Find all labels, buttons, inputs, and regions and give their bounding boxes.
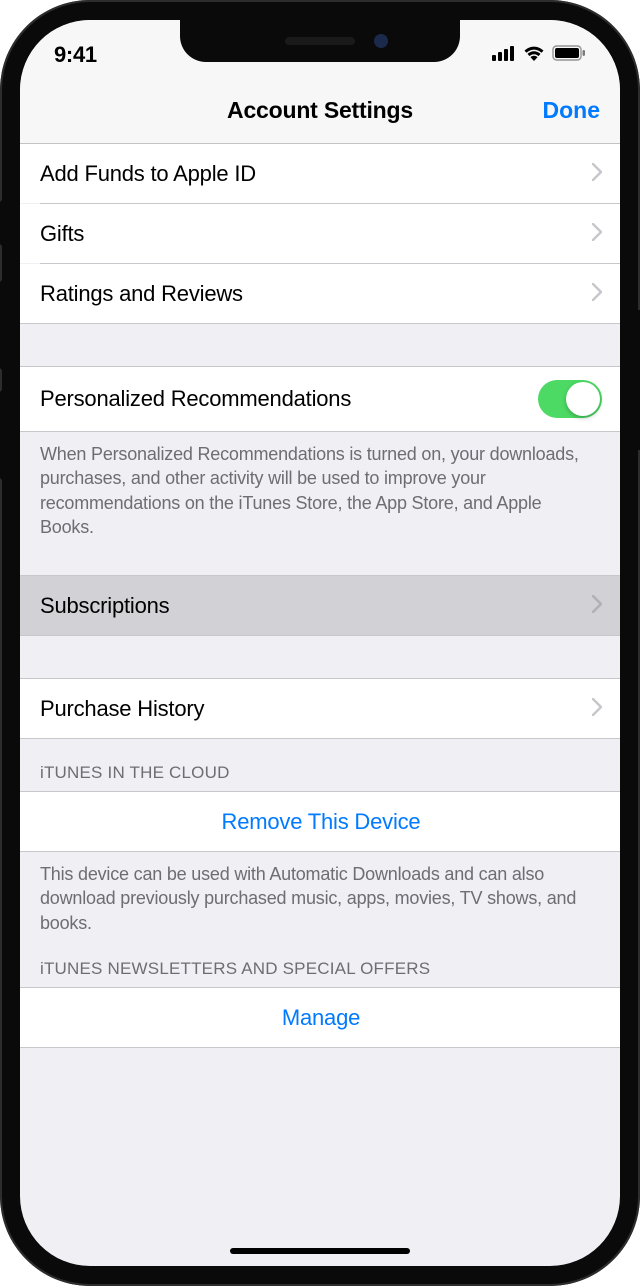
- gifts-label: Gifts: [40, 221, 592, 247]
- status-right: [492, 45, 586, 66]
- gifts-row[interactable]: Gifts: [20, 204, 620, 263]
- subscriptions-label: Subscriptions: [40, 593, 592, 619]
- chevron-right-icon: [592, 221, 602, 247]
- itunes-cloud-footer: This device can be used with Automatic D…: [20, 852, 620, 949]
- chevron-right-icon: [592, 593, 602, 619]
- add-funds-label: Add Funds to Apple ID: [40, 161, 592, 187]
- volume-up-button: [0, 280, 5, 370]
- personalized-recommendations-label: Personalized Recommendations: [40, 386, 538, 412]
- remove-device-label: Remove This Device: [222, 809, 421, 835]
- done-button[interactable]: Done: [543, 97, 601, 124]
- ratings-reviews-label: Ratings and Reviews: [40, 281, 592, 307]
- add-funds-row[interactable]: Add Funds to Apple ID: [20, 144, 620, 203]
- front-camera: [374, 34, 388, 48]
- speaker: [285, 37, 355, 45]
- purchase-history-row[interactable]: Purchase History: [20, 679, 620, 738]
- volume-down-button: [0, 390, 5, 480]
- status-time: 9:41: [54, 42, 97, 68]
- mute-switch: [0, 200, 5, 246]
- personalized-recommendations-toggle[interactable]: [538, 380, 602, 418]
- personalized-recommendations-footer: When Personalized Recommendations is tur…: [20, 432, 620, 553]
- manage-label: Manage: [282, 1005, 360, 1031]
- personalized-recommendations-row: Personalized Recommendations: [20, 367, 620, 431]
- settings-list[interactable]: Add Funds to Apple ID Gifts Ratings and …: [20, 144, 620, 1048]
- manage-newsletters-button[interactable]: Manage: [20, 988, 620, 1047]
- subscriptions-row[interactable]: Subscriptions: [20, 576, 620, 635]
- notch: [180, 20, 460, 62]
- newsletters-header: iTUNES NEWSLETTERS AND SPECIAL OFFERS: [20, 949, 620, 987]
- nav-bar: Account Settings Done: [20, 78, 620, 144]
- toggle-knob: [566, 382, 600, 416]
- page-title: Account Settings: [227, 97, 413, 124]
- ratings-reviews-row[interactable]: Ratings and Reviews: [20, 264, 620, 323]
- iphone-frame: 9:41 Account Settings Done Add Funds to …: [0, 0, 640, 1286]
- battery-icon: [552, 45, 586, 66]
- wifi-icon: [523, 45, 545, 66]
- chevron-right-icon: [592, 281, 602, 307]
- itunes-cloud-header: iTUNES IN THE CLOUD: [20, 739, 620, 791]
- remove-device-button[interactable]: Remove This Device: [20, 792, 620, 851]
- screen: 9:41 Account Settings Done Add Funds to …: [20, 20, 620, 1266]
- cellular-icon: [492, 45, 516, 66]
- chevron-right-icon: [592, 161, 602, 187]
- purchase-history-label: Purchase History: [40, 696, 592, 722]
- home-indicator[interactable]: [230, 1248, 410, 1254]
- chevron-right-icon: [592, 696, 602, 722]
